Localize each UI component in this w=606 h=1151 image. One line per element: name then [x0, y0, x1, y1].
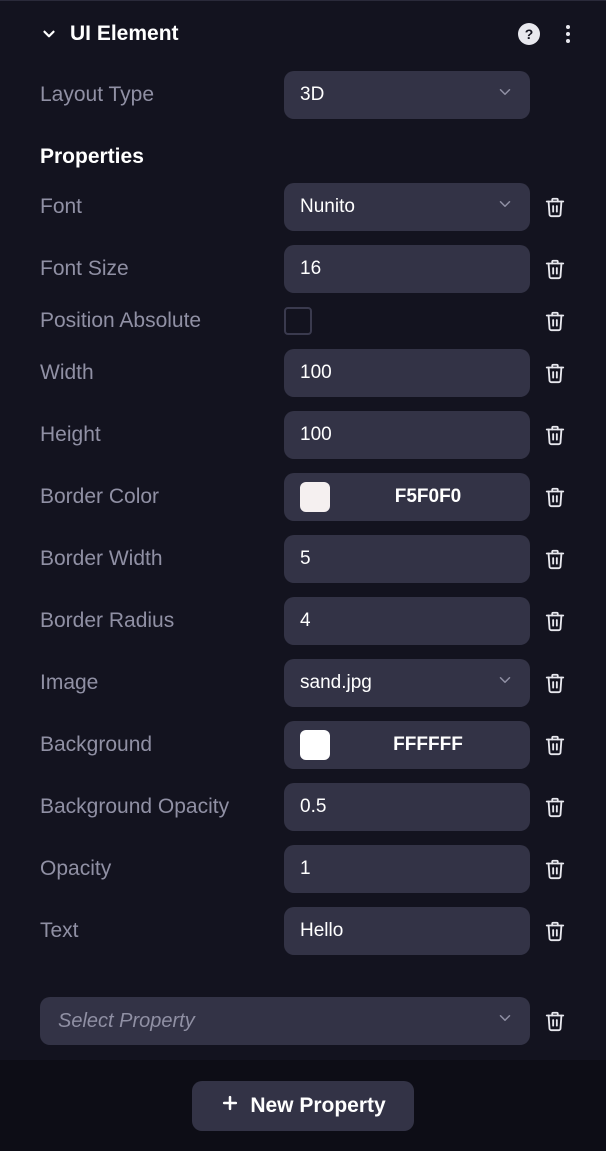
- font-select[interactable]: Nunito: [284, 183, 530, 231]
- border-width-label: Border Width: [40, 547, 270, 571]
- layout-type-value: 3D: [300, 84, 324, 106]
- font-value: Nunito: [300, 196, 355, 218]
- background-opacity-input[interactable]: 0.5: [284, 783, 530, 831]
- opacity-row: Opacity 1: [40, 845, 566, 893]
- background-label: Background: [40, 733, 270, 757]
- chevron-down-icon: [496, 195, 514, 219]
- trash-icon[interactable]: [544, 733, 566, 757]
- position-absolute-row: Position Absolute: [40, 307, 566, 335]
- background-opacity-row: Background Opacity 0.5: [40, 783, 566, 831]
- text-input[interactable]: Hello: [284, 907, 530, 955]
- chevron-down-icon: [496, 671, 514, 695]
- help-icon[interactable]: ?: [518, 23, 540, 45]
- border-radius-value: 4: [300, 610, 311, 632]
- font-size-row: Font Size 16: [40, 245, 566, 293]
- panel-content: Layout Type 3D Properties Font Nunito: [0, 71, 606, 1151]
- width-input[interactable]: 100: [284, 349, 530, 397]
- trash-icon[interactable]: [544, 257, 566, 281]
- new-property-label: New Property: [250, 1094, 385, 1118]
- text-value: Hello: [300, 920, 343, 942]
- width-label: Width: [40, 361, 270, 385]
- font-size-value: 16: [300, 258, 321, 280]
- border-width-value: 5: [300, 548, 311, 570]
- collapse-toggle[interactable]: [40, 25, 58, 43]
- trash-icon[interactable]: [544, 795, 566, 819]
- layout-type-row: Layout Type 3D: [40, 71, 566, 119]
- font-size-input[interactable]: 16: [284, 245, 530, 293]
- trash-icon[interactable]: [544, 195, 566, 219]
- border-width-row: Border Width 5: [40, 535, 566, 583]
- height-label: Height: [40, 423, 270, 447]
- border-width-input[interactable]: 5: [284, 535, 530, 583]
- layout-type-select[interactable]: 3D: [284, 71, 530, 119]
- trash-icon[interactable]: [544, 857, 566, 881]
- position-absolute-checkbox[interactable]: [284, 307, 312, 335]
- panel-title: UI Element: [70, 22, 506, 46]
- trash-icon[interactable]: [544, 919, 566, 943]
- layout-type-label: Layout Type: [40, 83, 270, 107]
- select-property-placeholder: Select Property: [58, 1010, 195, 1033]
- background-row: Background FFFFFF: [40, 721, 566, 769]
- image-label: Image: [40, 671, 270, 695]
- new-property-button[interactable]: New Property: [192, 1081, 413, 1131]
- border-radius-row: Border Radius 4: [40, 597, 566, 645]
- chevron-down-icon: [496, 83, 514, 107]
- select-property-row: Select Property: [40, 997, 566, 1045]
- width-value: 100: [300, 362, 332, 384]
- properties-section-title: Properties: [40, 145, 566, 169]
- font-row: Font Nunito: [40, 183, 566, 231]
- trash-icon[interactable]: [544, 485, 566, 509]
- trash-icon[interactable]: [544, 361, 566, 385]
- position-absolute-label: Position Absolute: [40, 309, 270, 333]
- border-color-label: Border Color: [40, 485, 270, 509]
- border-color-row: Border Color F5F0F0: [40, 473, 566, 521]
- height-value: 100: [300, 424, 332, 446]
- border-radius-label: Border Radius: [40, 609, 270, 633]
- background-input[interactable]: FFFFFF: [284, 721, 530, 769]
- trash-icon[interactable]: [544, 423, 566, 447]
- trash-icon[interactable]: [544, 609, 566, 633]
- font-label: Font: [40, 195, 270, 219]
- height-input[interactable]: 100: [284, 411, 530, 459]
- opacity-label: Opacity: [40, 857, 270, 881]
- trash-icon[interactable]: [544, 671, 566, 695]
- text-label: Text: [40, 919, 270, 943]
- font-size-label: Font Size: [40, 257, 270, 281]
- trash-icon[interactable]: [544, 309, 566, 333]
- opacity-value: 1: [300, 858, 311, 880]
- trash-icon[interactable]: [544, 547, 566, 571]
- panel-header: UI Element ?: [0, 1, 606, 57]
- height-row: Height 100: [40, 411, 566, 459]
- background-opacity-value: 0.5: [300, 796, 326, 818]
- width-row: Width 100: [40, 349, 566, 397]
- image-value: sand.jpg: [300, 672, 372, 694]
- image-row: Image sand.jpg: [40, 659, 566, 707]
- properties-panel: UI Element ? Layout Type 3D Properties F…: [0, 0, 606, 1060]
- select-property-dropdown[interactable]: Select Property: [40, 997, 530, 1045]
- plus-icon: [220, 1093, 240, 1119]
- background-opacity-label: Background Opacity: [40, 795, 270, 819]
- trash-icon[interactable]: [544, 1009, 566, 1033]
- border-radius-input[interactable]: 4: [284, 597, 530, 645]
- background-value: FFFFFF: [342, 734, 514, 756]
- border-color-value: F5F0F0: [342, 486, 514, 508]
- background-swatch[interactable]: [300, 730, 330, 760]
- border-color-swatch[interactable]: [300, 482, 330, 512]
- border-color-input[interactable]: F5F0F0: [284, 473, 530, 521]
- new-property-row: New Property: [40, 1081, 566, 1131]
- more-menu-icon[interactable]: [562, 21, 574, 47]
- image-select[interactable]: sand.jpg: [284, 659, 530, 707]
- chevron-down-icon: [496, 1009, 514, 1033]
- opacity-input[interactable]: 1: [284, 845, 530, 893]
- text-row: Text Hello: [40, 907, 566, 955]
